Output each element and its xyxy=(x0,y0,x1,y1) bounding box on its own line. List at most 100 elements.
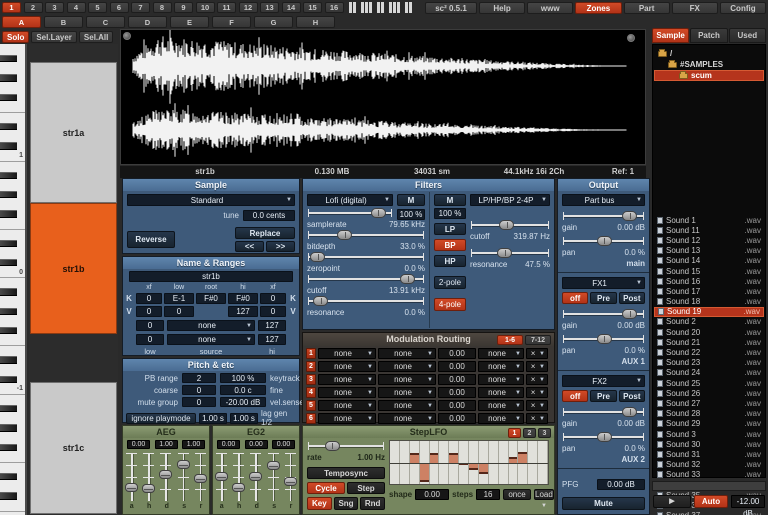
mod-op-select[interactable]: ×▼ xyxy=(526,413,548,424)
slider-handle[interactable] xyxy=(497,248,512,258)
layer-button-B[interactable]: B xyxy=(44,16,83,28)
slider-handle[interactable] xyxy=(310,252,325,262)
channel-button-2[interactable]: 2 xyxy=(24,2,43,13)
mod-source2-select[interactable]: none▼ xyxy=(378,348,436,359)
black-key[interactable] xyxy=(0,240,17,247)
env-value-field[interactable]: 0.00 xyxy=(245,440,268,449)
ctrl-hi-field[interactable]: 127 xyxy=(258,334,286,345)
env-value-field[interactable]: 0.00 xyxy=(217,440,240,449)
fx-routing-post-button[interactable]: Post xyxy=(619,390,645,402)
range-field[interactable]: 0 xyxy=(260,293,286,304)
black-key[interactable] xyxy=(0,492,17,499)
shape-field[interactable]: 0.00 xyxy=(415,489,449,500)
slider-handle[interactable] xyxy=(597,236,612,246)
preview-auto-button[interactable]: Auto xyxy=(694,495,728,508)
list-item[interactable]: Sound 31.wav xyxy=(654,449,764,459)
channel-button-15[interactable]: 15 xyxy=(303,2,322,13)
layer-button-A[interactable]: A xyxy=(2,16,41,28)
black-key[interactable] xyxy=(0,172,17,179)
config-button[interactable]: Config xyxy=(720,2,766,14)
range-field[interactable]: E-1 xyxy=(164,293,194,304)
browser-tab-sample[interactable]: Sample xyxy=(652,28,689,43)
env-value-field[interactable]: 1.00 xyxy=(155,440,178,449)
part-button[interactable]: Part xyxy=(624,2,670,14)
slider-handle[interactable] xyxy=(267,461,280,470)
black-key[interactable] xyxy=(0,376,17,383)
filter2-4-pole[interactable]: 4-pole xyxy=(434,298,466,311)
next-sample-button[interactable]: >> xyxy=(266,241,295,252)
slider-handle[interactable] xyxy=(622,211,637,221)
playmode-select[interactable]: Standard▼ xyxy=(127,194,295,206)
list-item[interactable]: Sound 20.wav xyxy=(654,327,764,337)
mod-op-select[interactable]: ×▼ xyxy=(526,400,548,411)
black-key[interactable] xyxy=(0,142,17,149)
steplfo-grid[interactable] xyxy=(389,440,549,485)
slider-handle[interactable] xyxy=(125,483,138,492)
filter1-type-select[interactable]: Lofi (digital)▼ xyxy=(307,194,393,206)
mod-dest-select[interactable]: none▼ xyxy=(478,400,524,411)
mod-tab-7-12[interactable]: 7-12 xyxy=(525,335,551,345)
mod-source-select[interactable]: none▼ xyxy=(318,413,376,424)
mod-amount-field[interactable]: 0.00 xyxy=(438,374,476,385)
zone-block-str1a[interactable]: str1a xyxy=(30,62,117,203)
lag1-field[interactable]: 1.00 s xyxy=(199,413,227,424)
reverse-button[interactable]: Reverse xyxy=(127,231,175,248)
zone-name-field[interactable]: str1b xyxy=(129,271,293,282)
range-field[interactable]: 0 xyxy=(136,306,162,317)
pitch-field[interactable]: -20.00 dB xyxy=(220,397,266,407)
filter1-samplerate-slider[interactable] xyxy=(307,207,393,219)
mod-dest-select[interactable]: none▼ xyxy=(478,374,524,385)
ctrl-source-select[interactable]: none▼ xyxy=(167,334,255,345)
lfo-rate-handle[interactable] xyxy=(307,440,385,452)
lfo-tab-1[interactable]: 1 xyxy=(508,428,521,438)
slider-handle[interactable] xyxy=(597,432,612,442)
range-field[interactable]: 0 xyxy=(136,293,162,304)
slider-handle[interactable] xyxy=(371,208,386,218)
slider-handle[interactable] xyxy=(313,296,328,306)
layer-button-F[interactable]: F xyxy=(212,16,251,28)
channel-button-14[interactable]: 14 xyxy=(282,2,301,13)
filter2-mode-bp[interactable]: BP xyxy=(434,239,466,251)
ctrl-low-field[interactable]: 0 xyxy=(136,334,164,345)
load-menu-button[interactable]: Load ▼ xyxy=(534,489,554,500)
black-key[interactable] xyxy=(0,288,17,295)
slider-handle[interactable] xyxy=(249,472,262,481)
lfo-tab-3[interactable]: 3 xyxy=(538,428,551,438)
mod-source-select[interactable]: none▼ xyxy=(318,361,376,372)
list-item[interactable]: Sound 3.wav xyxy=(654,429,764,439)
mod-source2-select[interactable]: none▼ xyxy=(378,413,436,424)
zones-button[interactable]: Zones xyxy=(575,2,621,14)
list-item[interactable]: Sound 12.wav xyxy=(654,235,764,245)
preview-gain-field[interactable]: -12.00 dB xyxy=(731,495,765,508)
black-key[interactable] xyxy=(0,259,17,266)
channel-button-7[interactable]: 7 xyxy=(131,2,150,13)
output-bus-select[interactable]: Part bus▼ xyxy=(562,194,645,206)
channel-button-5[interactable]: 5 xyxy=(88,2,107,13)
channel-button-9[interactable]: 9 xyxy=(174,2,193,13)
tune-field[interactable]: 0.0 cents xyxy=(243,210,295,221)
filter2-mode-hp[interactable]: HP xyxy=(434,255,466,267)
list-item[interactable]: Sound 24.wav xyxy=(654,368,764,378)
mod-source2-select[interactable]: none▼ xyxy=(378,400,436,411)
black-key[interactable] xyxy=(0,424,17,431)
filter1-cutoff-slider[interactable] xyxy=(307,273,425,285)
black-key[interactable] xyxy=(0,444,17,451)
env-slider-d[interactable] xyxy=(248,452,263,502)
black-key[interactable] xyxy=(0,210,17,217)
filter2-resonance-slider[interactable] xyxy=(470,247,550,259)
env-slider-s[interactable] xyxy=(176,452,191,502)
slider-handle[interactable] xyxy=(232,483,245,492)
wave-handle-left[interactable] xyxy=(123,32,131,40)
lfo-key-button[interactable]: Key xyxy=(307,497,332,510)
mod-amount-field[interactable]: 0.00 xyxy=(438,387,476,398)
env-slider-r[interactable] xyxy=(283,452,298,502)
slider-handle[interactable] xyxy=(194,474,207,483)
mod-amount-field[interactable]: 0.00 xyxy=(438,361,476,372)
slider-handle[interactable] xyxy=(337,230,352,240)
mod-amount-field[interactable]: 0.00 xyxy=(438,348,476,359)
black-key[interactable] xyxy=(0,191,17,198)
slider-handle[interactable] xyxy=(159,470,172,479)
pan-slider[interactable] xyxy=(562,431,645,443)
black-key[interactable] xyxy=(0,123,17,130)
fx-routing-pre-button[interactable]: Pre xyxy=(590,390,616,402)
